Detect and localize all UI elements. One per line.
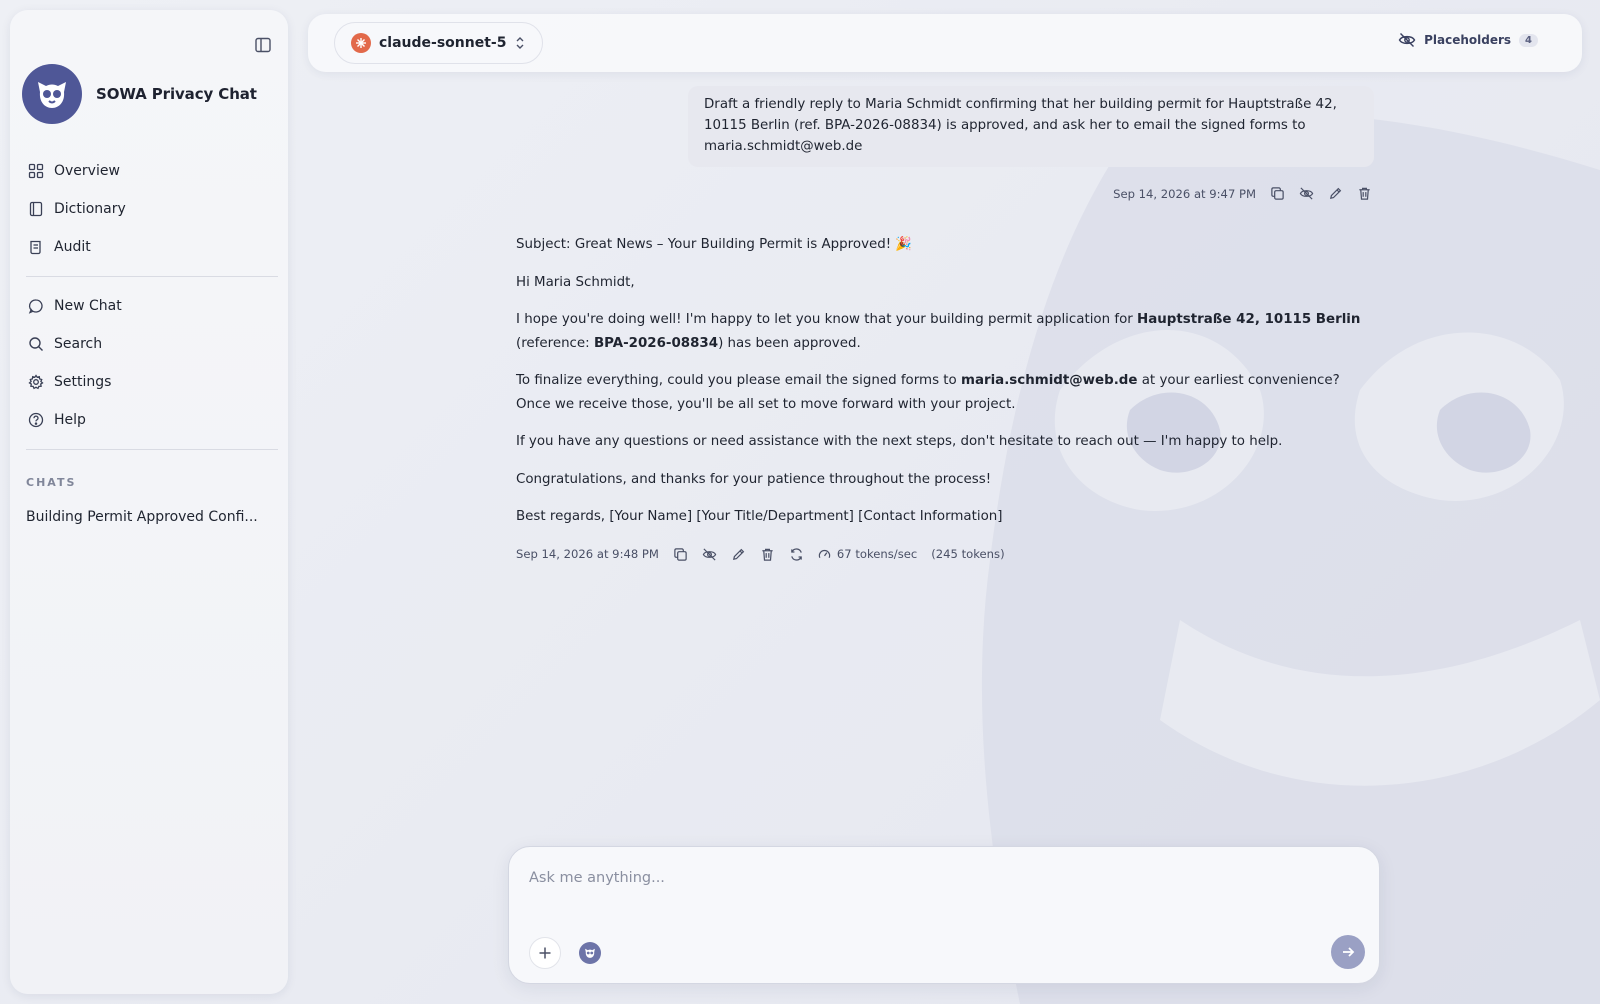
scroll-icon [30,240,41,255]
email-paragraph: I hope you're doing well! I'm happy to l… [516,312,1361,351]
placeholders-count-badge: 4 [1519,33,1538,47]
model-logo-icon [351,33,371,53]
email-greeting: Hi Maria Schmidt, [516,274,635,290]
nav-item-search[interactable]: Search [26,325,278,363]
divider [26,276,278,277]
nav-item-dictionary[interactable]: Dictionary [26,190,278,228]
search-icon [29,337,43,351]
message-input[interactable] [529,863,1349,893]
nav-label: Settings [54,374,112,390]
eye-off-icon [1398,33,1416,47]
timestamp: Sep 14, 2026 at 9:47 PM [1113,186,1256,201]
nav-label: Overview [54,163,120,179]
assistant-message: Subject: Great News – Your Building Perm… [516,233,1376,566]
plus-icon [539,947,551,959]
trash-icon[interactable] [1357,186,1372,201]
help-circle-icon [28,412,44,428]
email-signature: Best regards, [Your Name] [Your Title/De… [516,509,1003,524]
nav-label: Audit [54,239,91,255]
chevron-up-down-icon [516,37,524,49]
speedometer-icon [818,549,831,558]
nav-label: Search [54,336,103,352]
chats-heading: CHATS [26,476,77,489]
nav-label: New Chat [54,298,122,314]
arrow-right-icon [1343,947,1355,957]
edit-pencil-icon[interactable] [1328,186,1343,201]
model-name: claude-sonnet-5 [379,35,507,51]
email-paragraph: If you have any questions or need assist… [516,434,1283,449]
sidebar-nav: Overview Dictionary Audit New Chat Searc… [26,152,278,525]
send-button[interactable] [1331,935,1365,969]
brand: SOWA Privacy Chat [22,64,257,124]
nav-item-audit[interactable]: Audit [26,228,278,266]
message-composer [508,846,1380,984]
copy-icon[interactable] [1270,186,1285,201]
nav-label: Help [54,412,86,428]
nav-item-new-chat[interactable]: New Chat [26,287,278,325]
owl-logo-icon [22,64,82,124]
regenerate-icon[interactable] [789,547,804,562]
gear-icon [28,374,44,390]
grid-icon [28,163,44,179]
edit-pencil-icon[interactable] [731,547,746,562]
user-message: Draft a friendly reply to Maria Schmidt … [688,86,1374,167]
email-subject: Subject: Great News – Your Building Perm… [516,237,913,252]
email-paragraph: Congratulations, and thanks for your pat… [516,471,992,487]
timestamp: Sep 14, 2026 at 9:48 PM [516,546,659,561]
address-text: Hauptstraße 42, 10115 Berlin [1137,312,1361,327]
email-address-text: maria.schmidt@web.de [961,373,1138,388]
chat-list-item[interactable]: Building Permit Approved Confi... [26,509,278,525]
tokens-per-sec: 67 tokens/sec [836,546,918,561]
placeholders-toggle[interactable]: Placeholders 4 [1398,32,1538,48]
user-message-actions: Sep 14, 2026 at 9:47 PM [1113,186,1372,201]
add-attachment-button[interactable] [529,937,561,969]
reference-text: BPA-2026-08834 [593,335,719,351]
token-count: (245 tokens) [931,546,1005,561]
email-paragraph: To finalize everything, could you please… [516,373,1340,412]
trash-icon[interactable] [760,547,775,562]
nav-item-overview[interactable]: Overview [26,152,278,190]
book-icon [29,201,43,217]
model-selector[interactable]: claude-sonnet-5 [334,22,544,64]
placeholders-label: Placeholders [1424,33,1512,47]
topbar: claude-sonnet-5 Placeholders 4 [308,14,1582,72]
nav-label: Dictionary [54,201,126,217]
token-speed: 67 tokens/sec [818,543,917,567]
sidebar: SOWA Privacy Chat Overview Dictionary Au… [10,10,288,994]
nav-item-settings[interactable]: Settings [26,363,278,401]
app-title: SOWA Privacy Chat [96,85,257,103]
eye-off-icon[interactable] [702,547,717,562]
copy-icon[interactable] [673,547,688,562]
assistant-message-actions: Sep 14, 2026 at 9:48 PM 67 tokens/sec (2… [516,543,1376,567]
sidebar-toggle-icon[interactable] [254,36,272,54]
nav-item-help[interactable]: Help [26,401,278,439]
divider [26,449,278,450]
eye-off-icon[interactable] [1299,186,1314,201]
owl-assistant-icon[interactable] [579,942,601,964]
chat-bubble-icon [28,299,43,314]
